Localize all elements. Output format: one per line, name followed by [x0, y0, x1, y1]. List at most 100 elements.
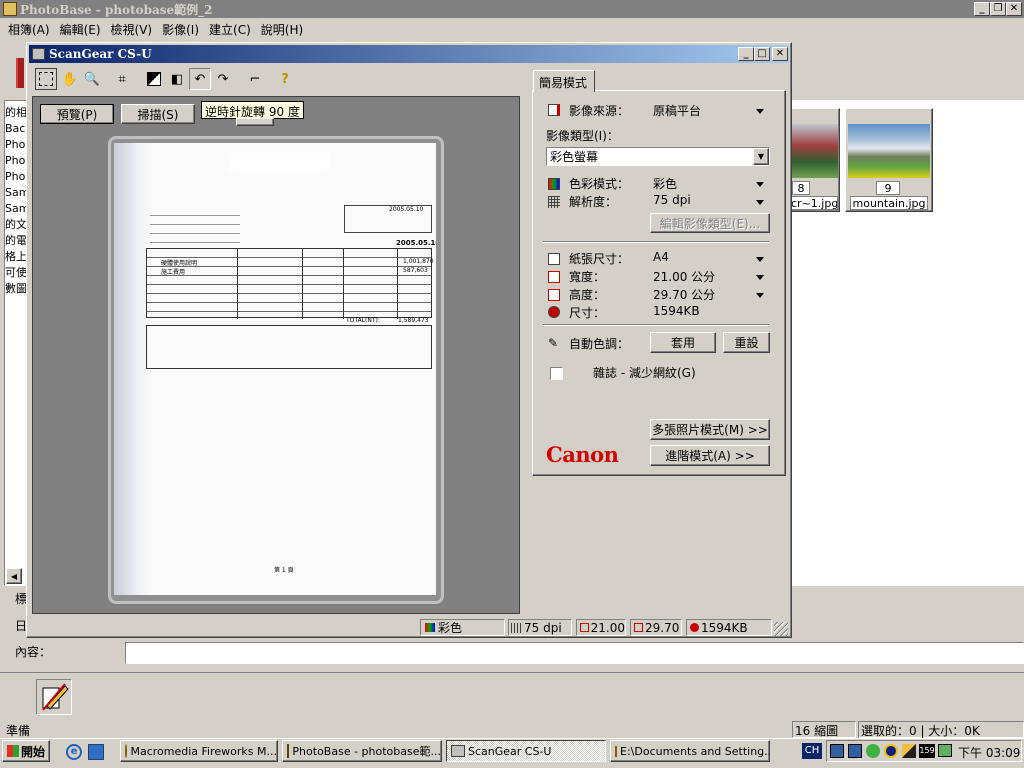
separator	[543, 241, 769, 243]
antivirus-icon[interactable]	[884, 744, 898, 758]
apply-button[interactable]: 套用	[650, 332, 716, 353]
menu-view[interactable]: 檢視(V)	[111, 21, 153, 38]
select-area-icon[interactable]	[35, 68, 57, 90]
taskbar-item-photobase[interactable]: PhotoBase - photobase範...	[282, 740, 442, 762]
content-label: 內容：	[15, 645, 52, 659]
resize-grip[interactable]	[774, 622, 788, 636]
type-label: 影像類型(I)：	[546, 129, 619, 143]
auto-crop-icon[interactable]: ⌐	[244, 68, 266, 90]
image-type-select[interactable]: 彩色螢幕 ▼	[546, 147, 770, 166]
descreen-label[interactable]: 雜誌 - 減少網紋(G)	[593, 364, 696, 381]
document-date: 2005.05.10	[389, 206, 424, 213]
photobase-title: PhotoBase - photobase範例_2	[20, 2, 213, 17]
descreen-checkbox[interactable]	[550, 367, 563, 380]
taskbar-item-scangear[interactable]: ScanGear CS-U	[446, 740, 606, 762]
start-button[interactable]: 開始	[2, 740, 50, 762]
document-header-lines	[150, 207, 240, 249]
scangear-minimize-button[interactable]: _	[738, 47, 754, 61]
menu-image[interactable]: 影像(I)	[162, 21, 199, 38]
document-blur	[229, 153, 329, 171]
taskbar-item-explorer[interactable]: E:\Documents and Setting...	[610, 740, 770, 762]
status-color: 彩色	[420, 619, 505, 636]
edit-pencil-icon[interactable]	[36, 679, 72, 715]
desktop-icon[interactable]	[88, 744, 104, 760]
mirror-icon[interactable]: ◧	[166, 68, 188, 90]
width-dropdown-arrow[interactable]	[756, 275, 764, 280]
clock[interactable]: 下午 03:09	[958, 744, 1020, 761]
canon-logo: Canon	[546, 442, 619, 467]
height-value[interactable]: 29.70 公分	[653, 286, 715, 303]
pencil-icon[interactable]	[902, 744, 916, 758]
thumbnail-number: 9	[876, 181, 900, 195]
scan-button[interactable]: 掃描(S)	[121, 104, 195, 124]
preview-document[interactable]: 2005.05.10 2005.05.10 硬體使用說明 施工費用 1,001,…	[114, 143, 436, 595]
invert-icon[interactable]	[143, 68, 165, 90]
photobase-titlebar[interactable]: PhotoBase - photobase範例_2	[0, 0, 1024, 18]
taskbar-item-fireworks[interactable]: Macromedia Fireworks M...	[120, 740, 278, 762]
status-height: 29.70	[630, 619, 682, 636]
menu-edit[interactable]: 編輯(E)	[60, 21, 101, 38]
document-title-date: 2005.05.10	[396, 239, 436, 247]
rotate-right-icon[interactable]: ↷	[212, 68, 234, 90]
resolution-icon	[548, 196, 560, 208]
source-value[interactable]: 原稿平台	[653, 102, 701, 119]
image-type-dropdown-button[interactable]: ▼	[753, 148, 769, 165]
document-notes-box	[146, 325, 432, 369]
file-size-label: 尺寸：	[569, 306, 606, 320]
ie-icon[interactable]: e	[66, 744, 82, 760]
paper-size-dropdown-arrow[interactable]	[756, 257, 764, 262]
zoom-icon[interactable]: 🔍	[81, 68, 103, 90]
thumbnail-image-cyclists[interactable]	[790, 124, 838, 178]
paper-size-value[interactable]: A4	[653, 250, 669, 264]
reset-button[interactable]: 重設	[723, 332, 770, 353]
edit-image-type-button[interactable]: 編輯影像類型(E)...	[650, 213, 770, 233]
color-mode-dropdown-arrow[interactable]	[756, 182, 764, 187]
image-type-value: 彩色螢幕	[550, 150, 599, 164]
hidden-button[interactable]	[236, 118, 274, 126]
help-icon[interactable]: ?	[274, 68, 296, 90]
simple-mode-tab[interactable]: 簡易模式	[533, 70, 595, 92]
menu-album[interactable]: 相簿(A)	[8, 21, 50, 38]
width-value[interactable]: 21.00 公分	[653, 268, 715, 285]
width-icon	[548, 271, 560, 283]
rotate-left-icon[interactable]: ↶	[189, 68, 211, 90]
taskbar-item-label: Macromedia Fireworks M...	[130, 744, 277, 758]
thumbnail-image-mountain[interactable]	[848, 124, 930, 178]
tray-counter[interactable]: 159	[919, 744, 935, 758]
paper-size-label: 紙張尺寸：	[569, 252, 630, 266]
preview-button[interactable]: 預覽(P)	[40, 104, 114, 124]
document-date-box: 2005.05.10	[344, 205, 432, 233]
source-dropdown-arrow[interactable]	[756, 109, 764, 114]
menu-create[interactable]: 建立(C)	[209, 21, 251, 38]
list-scroll-left-button[interactable]: ◀	[6, 568, 22, 584]
monitor-icon[interactable]	[938, 744, 952, 757]
rotate-tooltip: 逆時針旋轉 90 度	[201, 101, 304, 119]
network-icon[interactable]	[830, 744, 844, 758]
crop-icon[interactable]: ⌗	[111, 68, 133, 90]
multi-photo-mode-button[interactable]: 多張照片模式(M) >>	[650, 419, 770, 440]
status-dpi: 75 dpi	[508, 619, 572, 636]
scangear-maximize-button[interactable]: □	[754, 47, 770, 61]
scangear-titlebar[interactable]: ScanGear CS-U	[29, 45, 789, 63]
shield-icon[interactable]	[866, 744, 880, 758]
color-mode-value[interactable]: 彩色	[653, 175, 677, 192]
advanced-mode-button[interactable]: 進階模式(A) >>	[650, 445, 770, 466]
document-amount: 1,001,870	[403, 258, 434, 265]
photobase-minimize-button[interactable]: _	[974, 2, 990, 16]
photobase-restore-button[interactable]: ❐	[990, 2, 1006, 16]
resolution-dropdown-arrow[interactable]	[756, 200, 764, 205]
hand-icon[interactable]: ✋	[59, 68, 81, 90]
photobase-close-button[interactable]: ✕	[1006, 2, 1022, 16]
document-row: 施工費用	[161, 269, 186, 276]
menu-help[interactable]: 說明(H)	[261, 21, 303, 38]
status-height-value: 29.70	[645, 620, 680, 635]
height-dropdown-arrow[interactable]	[756, 293, 764, 298]
toolbar-book-icon[interactable]	[16, 58, 24, 88]
content-input[interactable]	[125, 642, 1024, 664]
thumbnail-number: 8	[792, 181, 810, 195]
network-icon[interactable]	[848, 744, 862, 758]
scangear-close-button[interactable]: ✕	[772, 47, 788, 61]
language-indicator[interactable]: CH	[802, 743, 822, 759]
resolution-value[interactable]: 75 dpi	[653, 193, 691, 207]
resolution-label: 解析度：	[569, 195, 618, 209]
